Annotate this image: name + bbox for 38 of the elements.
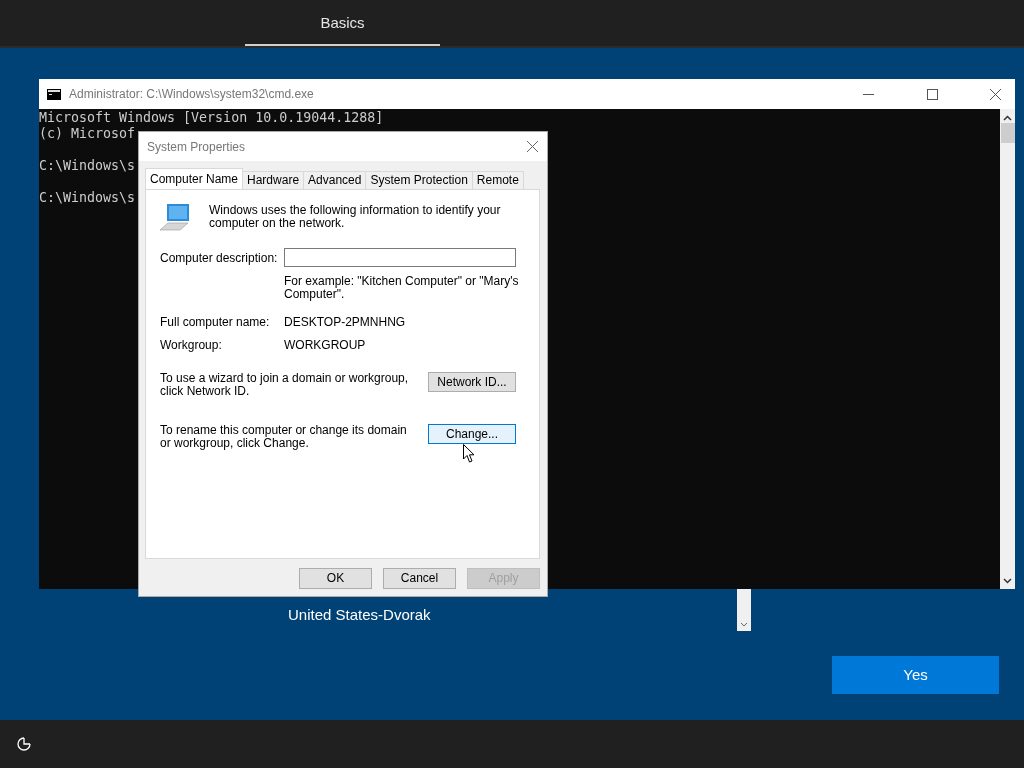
field-label: Workgroup: bbox=[160, 338, 223, 352]
scrollbar-thumb[interactable] bbox=[1000, 123, 1015, 143]
action-button[interactable]: Network ID... bbox=[428, 372, 516, 392]
yes-button[interactable]: Yes bbox=[832, 656, 999, 694]
console-line: Microsoft Windows [Version 10.0.19044.1288] bbox=[39, 110, 384, 126]
console-app-icon bbox=[47, 88, 61, 100]
dialog-tab[interactable]: System Protection bbox=[365, 171, 473, 189]
console-line: C:\Windows\s bbox=[39, 190, 136, 206]
scroll-up-icon[interactable] bbox=[1003, 115, 1012, 121]
maximize-icon[interactable] bbox=[926, 88, 938, 100]
scroll-down-icon[interactable] bbox=[1003, 578, 1012, 584]
example-text: For example: "Kitchen Computer" or "Mary's Computer". bbox=[284, 275, 520, 301]
dialog-tab[interactable]: Remote bbox=[471, 171, 524, 189]
console-line: C:\Windows\s bbox=[39, 158, 136, 174]
close-icon[interactable] bbox=[527, 141, 538, 152]
field-value: WORKGROUP bbox=[284, 338, 366, 352]
accessibility-icon[interactable] bbox=[16, 736, 32, 752]
dialog-button[interactable]: Cancel bbox=[383, 568, 456, 589]
field-value: DESKTOP-2PMNHNG bbox=[284, 315, 406, 329]
step-tab[interactable]: Basics bbox=[245, 0, 440, 46]
scroll-down-icon[interactable] bbox=[740, 622, 748, 627]
list-scrollbar[interactable] bbox=[737, 589, 751, 631]
console-line: (c) Microsof bbox=[39, 126, 136, 142]
field-label: Computer description: bbox=[160, 250, 279, 265]
dialog-title: System Properties bbox=[147, 139, 247, 154]
cursor-icon bbox=[463, 444, 475, 463]
computer-icon bbox=[160, 204, 192, 234]
description-field[interactable] bbox=[284, 248, 516, 267]
window-title: Administrator: C:\Windows\system32\cmd.exe bbox=[69, 87, 315, 101]
dialog-tab[interactable]: Computer Name bbox=[145, 168, 244, 189]
dialog-button[interactable]: OK bbox=[299, 568, 372, 589]
instruction-text: To rename this computer or change its domain or workgroup, click Change. bbox=[160, 424, 408, 450]
keyboard-layout-option[interactable]: United States-Dvorak bbox=[288, 606, 478, 626]
instruction-text: To use a wizard to join a domain or workgroup, click Network ID. bbox=[160, 372, 410, 398]
field-label: Full computer name: bbox=[160, 315, 271, 329]
intro-text: Windows uses the following information to identify your computer on the network. bbox=[209, 204, 502, 230]
close-icon[interactable] bbox=[990, 88, 1001, 100]
action-button[interactable]: Change... bbox=[428, 424, 516, 444]
